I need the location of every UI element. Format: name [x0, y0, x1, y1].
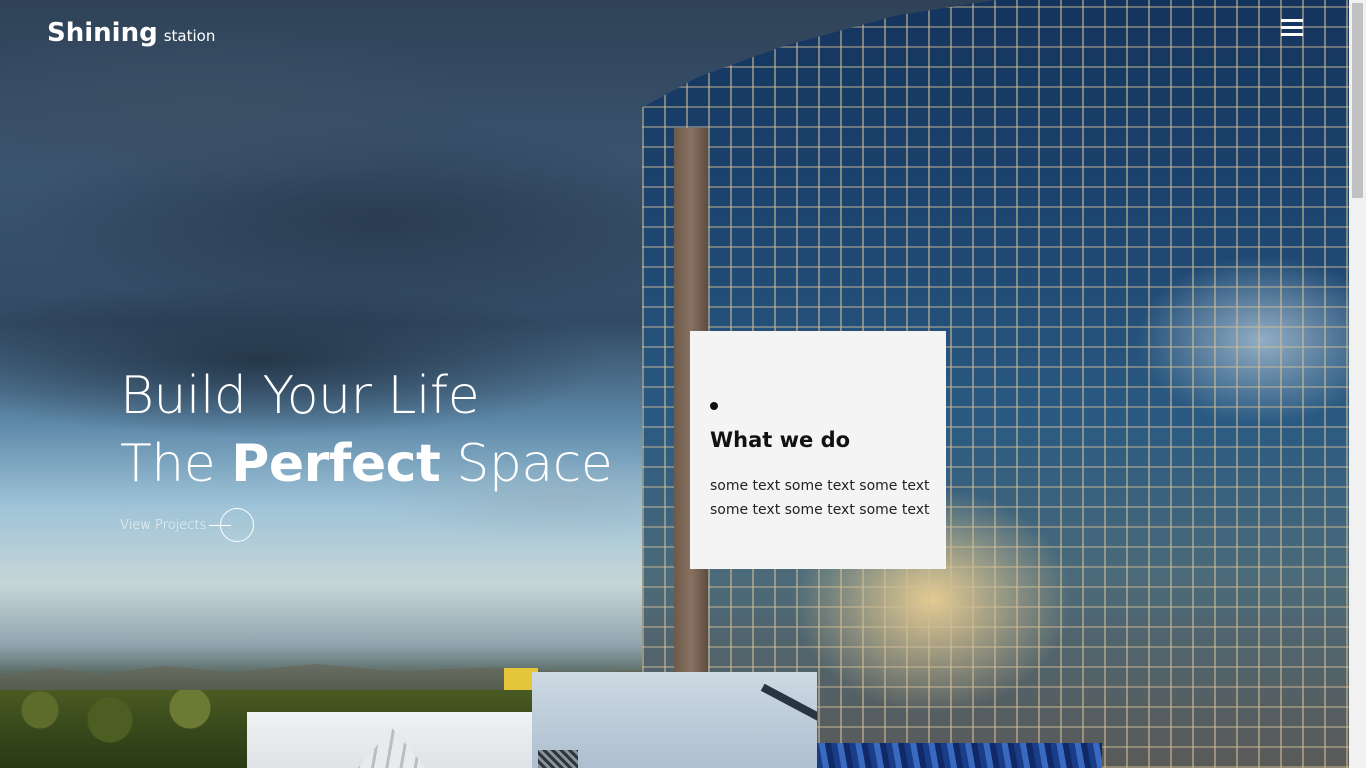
view-projects-label: View Projects	[120, 517, 207, 533]
brand-name: Shining	[47, 18, 158, 48]
hero-line-2-prefix: The	[120, 434, 216, 494]
project-thumbnail-1[interactable]	[247, 712, 533, 768]
hamburger-menu-icon[interactable]	[1281, 19, 1303, 37]
brand-logo[interactable]: Shining station	[47, 18, 215, 48]
menu-bar	[1281, 19, 1303, 22]
bullet-dot-icon	[710, 402, 718, 410]
scrollbar-thumb[interactable]	[1352, 3, 1363, 198]
hero-heading: Build Your Life The Perfect Space	[120, 362, 613, 498]
hero-line-2-bold: Perfect	[231, 434, 441, 494]
hero-line-2-suffix: Space	[456, 434, 613, 494]
menu-bar	[1281, 26, 1303, 29]
page-scrollbar[interactable]	[1349, 0, 1366, 768]
card-text: some text some text some text some text …	[710, 478, 930, 518]
project-thumbnail-3[interactable]	[817, 743, 1102, 768]
hero-line-1: Build Your Life	[120, 366, 480, 426]
view-projects-link[interactable]: View Projects	[120, 508, 255, 542]
card-title: What we do	[710, 428, 851, 452]
menu-bar	[1281, 33, 1303, 36]
page: Shining station Build Your Life The Perfe…	[0, 0, 1366, 768]
arrow-circle-icon	[209, 508, 255, 542]
project-thumbnail-2[interactable]	[532, 672, 817, 768]
hero-line-2: The Perfect Space	[120, 430, 613, 498]
brand-subtitle: station	[163, 27, 216, 45]
